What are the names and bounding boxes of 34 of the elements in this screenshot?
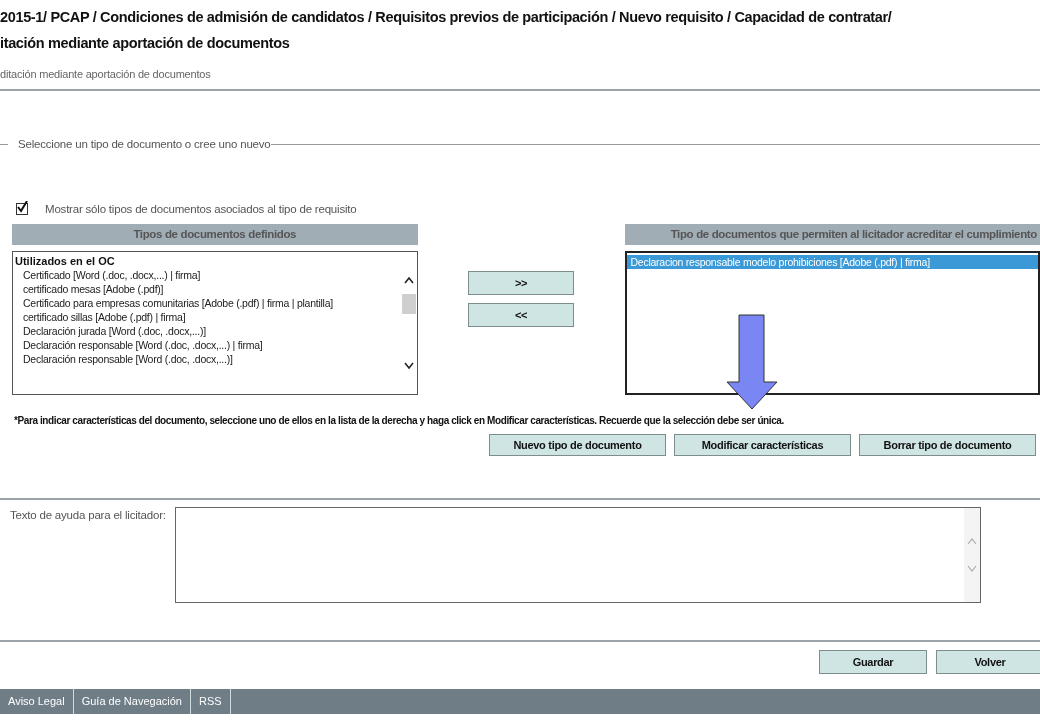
list-option[interactable]: Certificado para empresas comunitarias [Adobe (.pdf) | firma | plantilla] [13,296,401,310]
transfer-button[interactable]: >> [467,271,575,295]
list-header: Tipos de documentos definidos [12,224,418,245]
transfer-button[interactable]: << [467,303,575,327]
breadcrumb-text: ditación mediante aportación de documentos [0,67,212,82]
page-title: 2015-1/ PCAP / Condiciones de admisión de candidatos / Requisitos previos de participación / Nuevo requisito / Capacidad de contratar/ [0,8,893,27]
instruction-note: *Para indicar características del documento, seleccione uno de ellos en la lista de la derecha y haga click en Modificar características. Recuerde que la selección debe ser única. [14,414,785,428]
scroll-up-icon[interactable] [403,276,414,284]
scroll-down-icon[interactable] [403,362,414,370]
document-button[interactable]: Borrar tipo de documento [859,434,1036,456]
filter-checkbox[interactable] [16,203,28,216]
document-type-list[interactable] [12,251,418,395]
fieldset-legend: Seleccione un tipo de documento o cree uno nuevo [18,135,271,153]
field-label: Texto de ayuda para el licitador: [10,508,166,523]
footer-link[interactable]: Guía de Navegación [73,689,191,714]
list-option[interactable]: Declaración responsable [Word (.doc, .docx,...) | firma] [13,338,401,352]
list-option[interactable]: Declaración jurada [Word (.doc, .docx,...)] [13,324,401,338]
list-option[interactable]: Certificado [Word (.doc, .docx,...) | firma] [13,268,401,282]
scrollbar-thumb[interactable] [401,294,416,314]
list-group-label: Utilizados en el OC [14,254,116,268]
page-title: itación mediante aportación de documentos [0,34,291,53]
list-header: Tipo de documentos que permiten al licitador acreditar el cumplimiento [625,224,1040,245]
footer-link[interactable]: Aviso Legal [0,689,74,714]
document-button[interactable]: Modificar características [674,434,851,456]
list-option[interactable]: Declaración responsable [Word (.doc, .docx,...)] [13,352,401,366]
help-text-field[interactable] [174,507,981,603]
footer-link[interactable]: RSS [190,689,231,714]
document-button[interactable]: Nuevo tipo de documento [489,434,666,456]
action-button[interactable]: Volver [936,650,1040,674]
list-option[interactable]: certificado mesas [Adobe (.pdf)] [13,282,401,296]
down-arrow-icon [726,314,778,410]
checkbox-label: Mostrar sólo tipos de documentos asociados al tipo de requisito [45,201,357,217]
list-option[interactable]: certificado sillas [Adobe (.pdf) | firma] [13,310,401,324]
action-button[interactable]: Guardar [819,650,927,674]
